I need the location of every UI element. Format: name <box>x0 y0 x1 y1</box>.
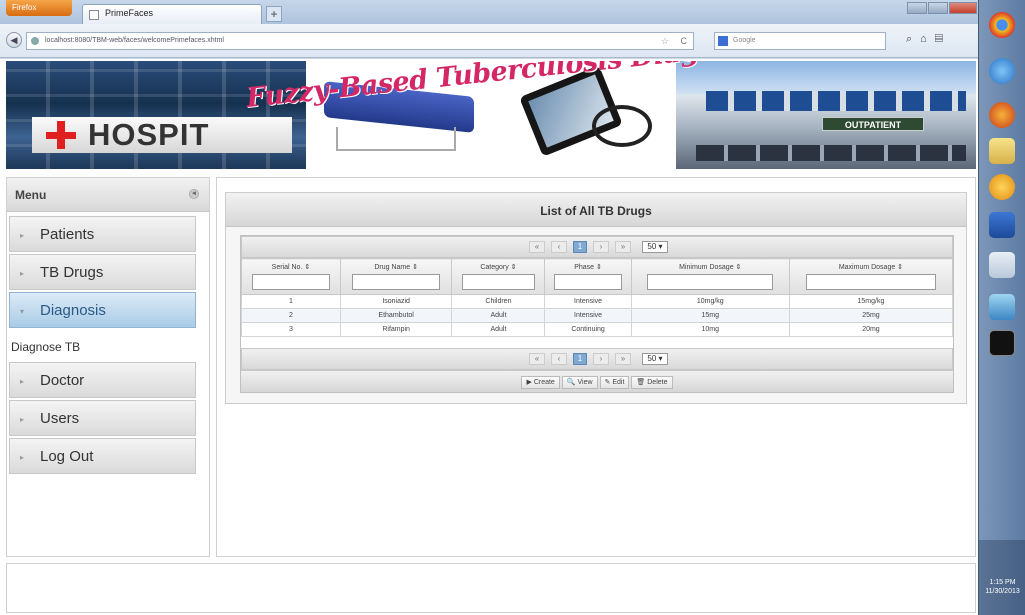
drugs-panel: List of All TB Drugs « ‹ 1 › » 50 ▾ Serial No… <box>225 192 967 404</box>
column-header-min-dosage[interactable]: Minimum Dosage ⇕ <box>630 258 790 295</box>
first-page-button[interactable]: « <box>529 353 545 365</box>
header-banner: HOSPIT OUTPATIENT Fuzzy-Based Tuberculos… <box>6 61 976 169</box>
stethoscope-icon <box>592 105 652 147</box>
browser-tab-bar: Firefox PrimeFaces + <box>0 0 978 24</box>
filter-input-phase[interactable] <box>553 274 623 290</box>
table-row[interactable]: 3 Rifampin Adult Continuing 10mg 20mg <box>241 322 954 337</box>
first-page-button[interactable]: « <box>529 241 545 253</box>
sidebar-menu: Menu ◂ ▸ Patients ▸ TB Drugs ▾ Diagnosis Di… <box>6 177 210 557</box>
table-actions-bar: ▶ Create 🔍 View ✎ Edit 🗑 Delete <box>241 370 953 392</box>
last-page-button[interactable]: » <box>615 353 631 365</box>
filter-input-serial[interactable] <box>251 274 331 290</box>
url-bar[interactable]: localhost:8080/TBM-web/faces/welcomePrim… <box>26 32 694 50</box>
outpatient-building-image: OUTPATIENT <box>676 61 976 169</box>
arrow-right-icon: ▸ <box>20 376 25 386</box>
main-content: List of All TB Drugs « ‹ 1 › » 50 ▾ Serial No… <box>216 177 976 557</box>
prev-page-button[interactable]: ‹ <box>551 241 567 253</box>
arrow-right-icon: ▸ <box>20 268 25 278</box>
nav-toolbar-icons[interactable]: ⌕⌂▤ <box>906 33 951 46</box>
red-cross-icon <box>46 121 76 149</box>
collapse-icon[interactable]: ◂ <box>189 189 199 199</box>
search-bar[interactable]: Google <box>714 32 886 50</box>
sidebar-subitem-diagnose-tb[interactable]: Diagnose TB <box>11 332 198 362</box>
arrow-right-icon: ▸ <box>20 230 25 240</box>
window-controls <box>906 2 977 16</box>
create-button[interactable]: ▶ Create <box>521 376 560 389</box>
arrow-down-icon: ▾ <box>20 306 25 316</box>
table-row[interactable]: 2 Ethambutol Adult Intensive 15mg 25mg <box>241 308 954 323</box>
view-button[interactable]: 🔍 View <box>561 376 598 389</box>
shield-icon[interactable] <box>989 252 1015 278</box>
bookmark-star-icon[interactable]: ☆ <box>661 33 669 49</box>
clock-time: 1:15 PM <box>989 579 1016 586</box>
filter-input-category[interactable] <box>461 274 536 290</box>
edit-button[interactable]: ✎ Edit <box>599 376 630 389</box>
delete-button[interactable]: 🗑 Delete <box>631 376 673 389</box>
filter-input-min-dosage[interactable] <box>647 274 774 290</box>
menu-header: Menu ◂ <box>7 178 209 212</box>
footer-panel <box>6 563 976 613</box>
search-engine-icon[interactable] <box>718 36 728 46</box>
filter-input-drug-name[interactable] <box>351 274 441 290</box>
ie-icon[interactable] <box>989 58 1015 84</box>
sidebar-item-log-out[interactable]: ▸ Log Out <box>9 438 196 474</box>
paginator-bottom: « ‹ 1 › » 50 ▾ <box>241 348 953 370</box>
arrow-right-icon: ▸ <box>20 452 25 462</box>
terminal-icon[interactable] <box>989 330 1015 356</box>
windows-taskbar: 1:15 PM 11/30/2013 <box>978 0 1025 615</box>
sidebar-item-patients[interactable]: ▸ Patients <box>9 216 196 252</box>
paint-icon[interactable] <box>989 294 1015 320</box>
reload-icon[interactable]: C <box>681 33 688 49</box>
folder-icon[interactable] <box>989 138 1015 164</box>
column-header-phase[interactable]: Phase ⇕ <box>544 258 632 295</box>
page-content: HOSPIT OUTPATIENT Fuzzy-Based Tuberculos… <box>0 59 978 615</box>
system-clock[interactable]: 1:15 PM 11/30/2013 <box>979 578 1025 596</box>
site-identity-icon[interactable] <box>31 37 39 45</box>
minimize-button[interactable] <box>907 2 927 14</box>
hospital-building-image: HOSPIT <box>6 61 306 169</box>
paginator-top: « ‹ 1 › » 50 ▾ <box>241 236 953 258</box>
last-page-button[interactable]: » <box>615 241 631 253</box>
sidebar-item-doctor[interactable]: ▸ Doctor <box>9 362 196 398</box>
url-text: localhost:8080/TBM-web/faces/welcomePrim… <box>45 37 224 44</box>
hospital-sign: HOSPIT <box>32 117 292 153</box>
outpatient-sign: OUTPATIENT <box>822 117 924 131</box>
rows-per-page-select[interactable]: 50 ▾ <box>642 241 668 253</box>
clock-date: 11/30/2013 <box>985 588 1020 595</box>
maximize-button[interactable] <box>928 2 948 14</box>
back-button[interactable]: ◀ <box>6 32 22 48</box>
browser-nav-bar: ◀ localhost:8080/TBM-web/faces/welcomePr… <box>0 24 978 58</box>
media-icon[interactable] <box>989 174 1015 200</box>
word-icon[interactable] <box>989 212 1015 238</box>
drugs-datatable: « ‹ 1 › » 50 ▾ Serial No. ⇕ Drug Name ⇕ Categ… <box>240 235 954 393</box>
search-placeholder: Google <box>733 37 756 44</box>
rows-per-page-select[interactable]: 50 ▾ <box>642 353 668 365</box>
table-row[interactable]: 1 Isoniazid Children Intensive 10mg/kg 15mg/k… <box>241 294 954 309</box>
tab-title: PrimeFaces <box>105 8 154 18</box>
chrome-icon[interactable] <box>989 12 1015 38</box>
panel-title: List of All TB Drugs <box>226 193 966 227</box>
firefox-icon[interactable] <box>989 102 1015 128</box>
sidebar-item-tb-drugs[interactable]: ▸ TB Drugs <box>9 254 196 290</box>
firefox-menu-button[interactable]: Firefox <box>6 0 72 16</box>
current-page-button[interactable]: 1 <box>573 241 587 253</box>
filter-input-max-dosage[interactable] <box>806 274 936 290</box>
current-page-button[interactable]: 1 <box>573 353 587 365</box>
next-page-button[interactable]: › <box>593 353 609 365</box>
next-page-button[interactable]: › <box>593 241 609 253</box>
sidebar-item-users[interactable]: ▸ Users <box>9 400 196 436</box>
browser-tab[interactable]: PrimeFaces <box>82 4 262 24</box>
column-header-serial[interactable]: Serial No. ⇕ <box>241 258 341 295</box>
column-header-drug-name[interactable]: Drug Name ⇕ <box>339 258 453 295</box>
prev-page-button[interactable]: ‹ <box>551 353 567 365</box>
menu-title: Menu <box>15 188 47 202</box>
sidebar-item-diagnosis[interactable]: ▾ Diagnosis <box>9 292 196 328</box>
arrow-right-icon: ▸ <box>20 414 25 424</box>
close-button[interactable] <box>949 2 977 14</box>
new-tab-button[interactable]: + <box>266 6 282 22</box>
column-header-max-dosage[interactable]: Maximum Dosage ⇕ <box>788 258 954 295</box>
drugs-table: Serial No. ⇕ Drug Name ⇕ Category ⇕ Phas… <box>241 258 954 337</box>
page-icon <box>89 10 99 20</box>
column-header-category[interactable]: Category ⇕ <box>451 258 546 295</box>
